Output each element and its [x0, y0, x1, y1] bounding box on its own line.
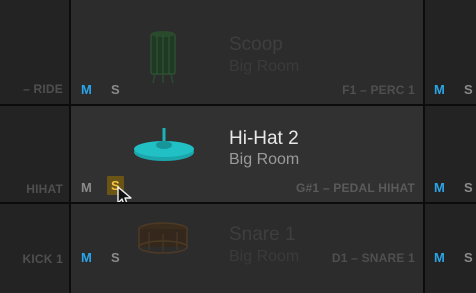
mute-button[interactable]: M — [434, 180, 445, 195]
grid-divider — [69, 0, 71, 293]
mute-button[interactable]: M — [81, 250, 92, 265]
pad-name: Hi-Hat 2 — [229, 128, 299, 149]
solo-button[interactable]: S — [111, 250, 120, 265]
pad-assignment: D1 – SNARE 1 — [331, 251, 415, 265]
pad-category: Big Room — [229, 151, 300, 168]
pad-name: Scoop — [229, 34, 283, 55]
pad-assignment: KICK 1 — [22, 252, 63, 266]
pad-assignment: G#1 – PEDAL HIHAT — [296, 181, 415, 195]
solo-button[interactable]: S — [464, 82, 473, 97]
pad-left-1[interactable]: – RIDE — [0, 0, 69, 104]
grid-divider — [0, 104, 476, 106]
mute-button[interactable]: M — [434, 250, 445, 265]
solo-button[interactable]: S — [464, 250, 473, 265]
pad-grid: – RIDE HIHAT KICK 1 Scoop Big Room M S F… — [0, 0, 476, 293]
pad-left-2[interactable]: HIHAT — [0, 106, 69, 202]
pad-right-3[interactable]: M S — [425, 204, 476, 293]
mute-button[interactable]: M — [81, 82, 92, 97]
tom-drum-icon — [150, 31, 176, 84]
solo-button[interactable]: S — [111, 82, 120, 97]
pad-left-3[interactable]: KICK 1 — [0, 204, 69, 293]
pad-right-2[interactable]: M S — [425, 106, 476, 202]
pad-assignment: F1 – PERC 1 — [342, 83, 415, 97]
pad-hihat-2[interactable]: Hi-Hat 2 Big Room M S G#1 – PEDAL HIHAT — [71, 106, 423, 202]
hihat-cymbal-icon — [134, 128, 194, 161]
arrow-cursor-icon — [117, 186, 132, 202]
pad-category: Big Room — [229, 58, 300, 75]
grid-divider — [423, 0, 425, 293]
pad-name: Snare 1 — [229, 224, 296, 245]
mute-button[interactable]: M — [81, 180, 92, 195]
grid-divider — [0, 202, 476, 204]
snare-drum-icon — [138, 222, 188, 254]
pad-category: Big Room — [229, 248, 300, 265]
mute-button[interactable]: M — [434, 82, 445, 97]
pad-right-1[interactable]: M S — [425, 0, 476, 104]
pad-scoop[interactable]: Scoop Big Room M S F1 – PERC 1 — [71, 0, 423, 104]
pad-snare-1[interactable]: Snare 1 Big Room M S D1 – SNARE 1 — [71, 204, 423, 293]
solo-button[interactable]: S — [464, 180, 473, 195]
pad-assignment: – RIDE — [23, 82, 63, 96]
pad-assignment: HIHAT — [26, 182, 63, 196]
